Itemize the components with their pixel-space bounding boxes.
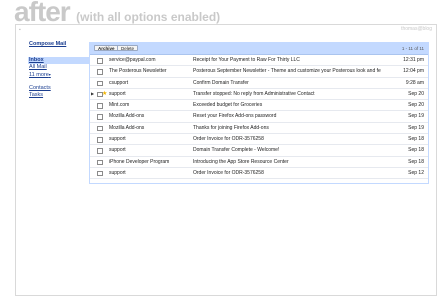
select-checkbox[interactable] [97,148,103,154]
message-list-panel: Archive Delete 1 - 11 of 11 service@payp… [89,42,429,184]
message-row[interactable]: service@paypal.com Receipt for Your Payme… [90,55,428,67]
message-subject: Introducing the App Store Resource Cente… [193,158,289,165]
message-list: service@paypal.com Receipt for Your Payme… [90,55,428,180]
message-row[interactable]: Mozilla Add-ons Thanks for joining Firefo… [90,122,428,135]
select-checkbox[interactable] [97,159,103,166]
nav-more-label: 11 more [29,72,49,78]
importance-marker-icon: ▶ [91,90,95,96]
message-row[interactable]: support Domain Transfer Complete - Welcom… [90,145,428,157]
message-sender: support [109,136,126,143]
banner-title: after [14,0,71,27]
message-date: 12:31 pm [403,57,424,63]
message-date: Sep 19 [408,124,424,131]
message-row[interactable]: iPhone Developer Program Introducing the … [90,156,428,168]
message-subject: Receipt for Your Payment to Raw For Thir… [193,57,300,63]
message-subject: Posterous September Newsletter - Theme a… [193,68,381,75]
message-sender: iPhone Developer Program [109,158,170,165]
message-sender: csupport [109,79,129,86]
pager: 1 - 11 of 11 [401,46,424,51]
select-checkbox[interactable] [97,103,103,109]
message-row[interactable]: Mint.com Exceeded budget for Groceries Sep… [90,100,428,112]
select-checkbox[interactable] [97,69,103,75]
toolbar: Archive Delete 1 - 11 of 11 [90,43,428,55]
message-subject: Exceeded budget for Groceries [193,102,263,109]
message-date: Sep 20 [408,90,424,97]
star-icon[interactable]: ★ [102,89,107,99]
message-subject: Domain Transfer Complete - Welcome! [193,147,280,154]
delete-button[interactable]: Delete [117,45,139,51]
message-sender: Mint.com [109,102,130,109]
message-date: 12:04 pm [403,68,424,75]
message-sender: service@paypal.com [109,57,156,63]
message-date: Sep 18 [408,147,424,154]
select-checkbox[interactable] [97,114,103,120]
select-checkbox[interactable] [97,80,103,87]
message-row[interactable]: support Order Invoice for ODR-3576258 Sep … [90,167,428,180]
message-row[interactable]: support Order Invoice for ODR-3576258 Sep … [90,134,428,146]
message-subject: Reset your Firefox Add-ons password [193,113,277,120]
message-subject: Confirm Domain Transfer [193,79,249,86]
message-date: Sep 12 [408,169,424,176]
message-subject: Thanks for joining Firefox Add-ons [193,124,269,131]
dropdown-arrow-icon: ▾ [48,72,51,77]
message-subject: Transfer stopped: No reply from Administ… [193,90,315,97]
select-checkbox[interactable] [97,125,103,132]
message-row[interactable]: ▶ ★ support Transfer stopped: No reply from… [90,88,428,101]
message-sender: Mozilla Add-ons [109,113,145,120]
select-checkbox[interactable] [97,137,103,143]
message-date: Sep 19 [408,113,424,120]
menu-icon[interactable]: ▪ [19,27,21,33]
message-sender: support [109,169,126,176]
message-date: Sep 18 [408,136,424,143]
message-row[interactable]: The Posterous Newsletter Posterous Septem… [90,66,428,78]
message-sender: support [109,90,126,97]
top-bar: ▪ thomas@blog [16,25,436,35]
message-subject: Order Invoice for ODR-3576258 [193,169,264,176]
message-date: Sep 18 [408,158,424,165]
message-sender: support [109,147,126,154]
account-label[interactable]: thomas@blog [401,26,432,32]
message-subject: Order Invoice for ODR-3576258 [193,136,264,143]
select-checkbox[interactable] [97,58,103,64]
mail-window: ▪ thomas@blog Compose Mail Inbox All Mai… [15,24,437,296]
message-sender: The Posterous Newsletter [109,68,167,75]
message-date: Sep 20 [408,102,424,109]
banner-subtitle: (with all options enabled) [76,10,221,24]
message-sender: Mozilla Add-ons [109,124,145,131]
archive-button[interactable]: Archive [94,45,119,51]
message-row[interactable]: csupport Confirm Domain Transfer 9:28 am [90,77,428,89]
message-row[interactable]: Mozilla Add-ons Reset your Firefox Add-on… [90,111,428,123]
message-date: 9:28 am [405,79,424,86]
select-checkbox[interactable] [97,170,103,177]
